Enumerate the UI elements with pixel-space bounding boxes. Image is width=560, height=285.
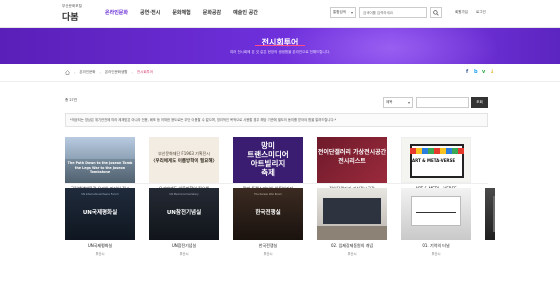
thumbnail-text: 전이단갤러리 가상전시공간 전시리스트 (317, 149, 387, 165)
breadcrumb-current: 전시회투어 (136, 70, 153, 74)
breadcrumb-separator: › (131, 70, 133, 75)
facebook-icon[interactable]: f (466, 69, 468, 75)
exhibition-card[interactable]: The Korean War Room 한국전쟁실 한국전쟁실 부산시 (233, 188, 303, 256)
search-field-select[interactable]: 제목 (383, 97, 413, 108)
thumbnail-text: UN참전기념실 (166, 210, 202, 216)
search-icon (433, 9, 439, 16)
thumbnail-floor (317, 226, 387, 240)
nav-performance-exhibition[interactable]: 공연·전시 (140, 9, 160, 16)
nav-artist-space[interactable]: 예술인 공간 (233, 9, 258, 16)
nav-culture-empathy[interactable]: 문화공감 (203, 9, 221, 16)
card-organization: 부산시 (179, 252, 189, 256)
logo-title: 다봄 (62, 13, 79, 23)
nav-online-culture[interactable]: 온라인문화 (105, 9, 128, 16)
breadcrumb-separator: › (99, 70, 101, 75)
breadcrumb: › 온라인문화 › 온라인문화생활 › 전시회투어 (65, 70, 153, 75)
list-search-input[interactable] (416, 97, 469, 108)
search-input[interactable] (359, 7, 427, 18)
card-title[interactable]: UN참전기념실 (149, 243, 219, 249)
card-title[interactable]: 01. 기억의 터널 (401, 243, 471, 249)
exhibition-card-partial[interactable] (485, 188, 495, 240)
logo-subtitle: 부산문화포털 (62, 4, 82, 8)
login-link[interactable]: 로그인 (476, 10, 486, 15)
twitter-icon[interactable]: b (474, 69, 478, 75)
line-icon[interactable]: v (482, 69, 485, 75)
thumbnail-text: The Path Down to the Joseon Tomb the Leg… (67, 161, 133, 174)
card-thumbnail[interactable]: 망미 트랜스미디어 아트빌리지 축제 (233, 137, 303, 183)
card-thumbnail[interactable] (317, 188, 387, 240)
site-logo[interactable]: 부산문화포털 다봄 (62, 4, 82, 23)
card-organization: 부산시 (431, 252, 441, 256)
list-search-button[interactable]: 조회 (471, 97, 488, 108)
title-underline (255, 45, 305, 46)
page-banner: 전시회투어 여러 전시회에 온 것 같은 현장의 생생함을 온라인으로 전해드립… (0, 28, 560, 64)
thumbnail-small-text: UN Memorial Cemetery (169, 193, 199, 196)
thumbnail-display (323, 198, 381, 224)
breadcrumb-bar: › 온라인문화 › 온라인문화생활 › 전시회투어 f b v ↓ (0, 64, 560, 82)
page-subtitle: 여러 전시회에 온 것 같은 현장의 생생함을 온라인으로 전해드립니다. (229, 50, 331, 54)
card-organization: 부산시 (95, 252, 105, 256)
nav-culture-experience[interactable]: 문화체험 (172, 9, 190, 16)
card-title[interactable]: 02. 임제강제동원의 개념 (317, 243, 387, 249)
card-title[interactable]: 한국전쟁실 (233, 243, 303, 249)
main-nav: 온라인문화 공연·전시 문화체험 문화공감 예술인 공간 (105, 9, 258, 16)
notice-box: *게공되는 영상은 위기관전에 따라 제재받은 아니라 전용, 배포 등 어떠한… (65, 113, 488, 127)
card-thumbnail[interactable]: The Korean War Room 한국전쟁실 (233, 188, 303, 240)
home-icon[interactable] (65, 70, 70, 75)
result-count: 총 27건 (65, 98, 78, 102)
exhibition-card[interactable]: 01. 기억의 터널 부산시 (401, 188, 471, 256)
card-thumbnail[interactable]: The Path Down to the Joseon Tomb the Leg… (65, 137, 135, 183)
search-scope-select[interactable]: 통합검색 (330, 7, 356, 18)
card-organization: 부산시 (347, 252, 357, 256)
card-thumbnail[interactable]: UN Memorial Cemetery UN참전기념실 (149, 188, 219, 240)
thumbnail-text: 한국전쟁실 (255, 210, 281, 216)
breadcrumb-item[interactable]: 온라인문화생활 (105, 70, 128, 75)
thumbnail-panel (493, 196, 495, 232)
bookmark-icon[interactable]: ↓ (490, 69, 494, 75)
thumbnail-text: 〈우리에게도 이름방학이 필요해〉 (151, 159, 217, 164)
search-button[interactable] (430, 7, 442, 18)
card-thumbnail[interactable]: ART & META-VERSE (401, 137, 471, 183)
signup-link[interactable]: 회원가입 (455, 10, 468, 15)
thumbnail-stripe (410, 148, 464, 154)
card-thumbnail[interactable] (401, 188, 471, 240)
thumbnail-sky (65, 137, 135, 159)
card-title[interactable]: UN국제평화실 (65, 243, 135, 249)
row-divider (65, 183, 488, 184)
breadcrumb-item[interactable]: 온라인문화 (79, 70, 95, 75)
top-header: 부산문화포털 다봄 온라인문화 공연·전시 문화체험 문화공감 예술인 공간 통… (0, 0, 560, 28)
exhibition-card[interactable]: 02. 임제강제동원의 개념 부산시 (317, 188, 387, 256)
exhibition-card[interactable]: UN Memorial Cemetery UN참전기념실 UN참전기념실 부산시 (149, 188, 219, 256)
card-thumbnail[interactable]: UN International Peace Forum UN국제평화실 (65, 188, 135, 240)
thumbnail-line (416, 212, 456, 213)
thumbnail-text: ART & META-VERSE (412, 158, 456, 163)
thumbnail-display (411, 196, 461, 226)
card-organization: 부산시 (263, 252, 273, 256)
breadcrumb-separator: › (74, 70, 76, 75)
thumbnail-small-text: UN International Peace Forum (81, 193, 119, 196)
thumbnail-text: 부산문화재단 F1963 기획전시 (158, 151, 210, 156)
card-thumbnail[interactable]: 전이단갤러리 가상전시공간 전시리스트 (317, 137, 387, 183)
thumbnail-small-text: The Korean War Room (254, 193, 282, 196)
thumbnail-text: 망미 트랜스미디어 아트빌리지 축제 (247, 141, 289, 177)
thumbnail-text: UN국제평화실 (82, 210, 118, 216)
page-title: 전시회투어 (261, 38, 299, 47)
exhibition-card[interactable]: UN International Peace Forum UN국제평화실 UN국… (65, 188, 135, 256)
card-thumbnail[interactable] (485, 188, 495, 240)
card-thumbnail[interactable]: 부산문화재단 F1963 기획전시 〈우리에게도 이름방학이 필요해〉 (149, 137, 219, 183)
